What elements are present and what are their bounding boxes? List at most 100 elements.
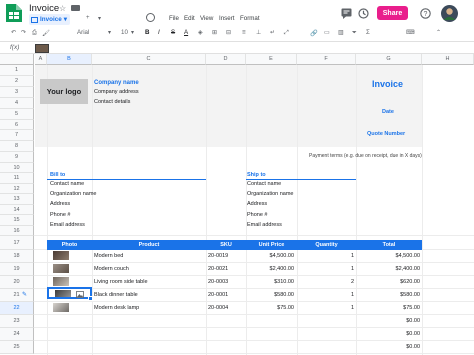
history-icon[interactable] — [358, 8, 369, 19]
link-icon[interactable]: 🔗 — [310, 29, 318, 37]
merge-cells-icon[interactable]: ⊟ — [226, 29, 231, 36]
column-header[interactable]: F — [297, 54, 356, 65]
product-photo[interactable] — [53, 303, 69, 312]
borders-icon[interactable]: ⊞ — [212, 29, 217, 36]
text-rotate-icon[interactable]: ⤢ — [284, 29, 289, 37]
unit-price-cell[interactable]: $580.00 — [246, 292, 294, 298]
info-icon[interactable] — [146, 13, 155, 22]
sku-cell[interactable]: 20-0021 — [208, 266, 244, 272]
spreadsheet-grid[interactable]: A B C D E F G H 1 2 3 4 5 6 7 8 9 10 11 12 13 14 15 16 1… — [0, 54, 474, 355]
font-selector[interactable]: Arial — [77, 29, 89, 36]
row-header[interactable]: 16 — [0, 226, 34, 236]
column-header[interactable]: G — [356, 54, 422, 65]
empty-total-cell[interactable]: $0.00 — [356, 344, 420, 350]
row-header[interactable]: 4 — [0, 98, 34, 109]
unit-price-cell[interactable]: $4,500.00 — [246, 253, 294, 259]
unit-price-cell[interactable]: $2,400.00 — [246, 266, 294, 272]
column-header[interactable]: C — [92, 54, 206, 65]
help-icon[interactable]: ? — [420, 8, 431, 19]
chevron-down-icon[interactable]: ▾ — [131, 29, 134, 36]
total-cell[interactable]: $2,400.00 — [356, 266, 420, 272]
document-title[interactable]: Invoice — [29, 3, 59, 14]
fill-color-icon[interactable]: ◈ — [198, 29, 203, 36]
row-header[interactable]: 1 — [0, 65, 34, 76]
row-header[interactable]: 17 — [0, 236, 34, 250]
filter-icon[interactable]: ⏷ — [352, 29, 357, 37]
row-header[interactable]: 7 — [0, 130, 34, 141]
product-name-cell[interactable]: Modern bed — [94, 253, 204, 259]
quantity-cell[interactable]: 1 — [297, 292, 354, 298]
sheets-logo-icon[interactable] — [6, 4, 22, 22]
font-size-selector[interactable]: 10 — [121, 29, 128, 36]
quantity-cell[interactable]: 2 — [297, 279, 354, 285]
selected-cell[interactable] — [47, 287, 92, 299]
comment-icon[interactable] — [341, 8, 352, 19]
row-header[interactable]: 22 — [0, 302, 34, 315]
total-cell[interactable]: $75.00 — [356, 305, 420, 311]
row-header[interactable]: 14 — [0, 205, 34, 215]
text-color-button[interactable]: A — [184, 29, 188, 36]
row-header[interactable]: 23 — [0, 315, 34, 328]
row-header[interactable]: 15 — [0, 215, 34, 226]
product-name-cell[interactable]: Modern couch — [94, 266, 204, 272]
functions-icon[interactable]: Σ — [366, 29, 370, 36]
add-icon[interactable]: + — [86, 15, 90, 21]
total-cell[interactable]: $580.00 — [356, 292, 420, 298]
product-photo[interactable] — [53, 264, 69, 273]
row-header[interactable]: 20 — [0, 276, 34, 289]
formula-bar[interactable]: f(x) — [0, 41, 474, 54]
chevron-down-icon[interactable]: ▾ — [98, 15, 101, 22]
chevron-down-icon[interactable]: ▾ — [108, 29, 111, 36]
column-header[interactable]: B — [47, 54, 92, 65]
redo-icon[interactable]: ↷ — [21, 29, 26, 36]
row-header[interactable]: 9 — [0, 152, 34, 163]
row-header[interactable]: 25 — [0, 341, 34, 354]
empty-total-cell[interactable]: $0.00 — [356, 318, 420, 324]
row-header[interactable]: 8 — [0, 141, 34, 152]
product-photo[interactable] — [53, 251, 69, 260]
row-header[interactable]: 5 — [0, 109, 34, 120]
edit-pencil-icon[interactable]: ✎ — [22, 291, 27, 298]
product-name-cell[interactable]: Living room side table — [94, 279, 204, 285]
row-header[interactable]: 6 — [0, 120, 34, 130]
row-header[interactable]: 13 — [0, 194, 34, 205]
sku-cell[interactable]: 20-0001 — [208, 292, 244, 298]
unit-price-cell[interactable]: $75.00 — [246, 305, 294, 311]
select-all-corner[interactable] — [0, 54, 34, 65]
total-cell[interactable]: $620.00 — [356, 279, 420, 285]
strikethrough-button[interactable]: S — [171, 29, 175, 36]
sheet-selector[interactable]: Invoice ▾ — [29, 14, 70, 25]
print-icon[interactable]: ⎙ — [32, 29, 37, 37]
star-icon[interactable]: ☆ — [59, 4, 66, 13]
product-name-cell[interactable]: Black dinner table — [94, 292, 204, 298]
unit-price-cell[interactable]: $310.00 — [246, 279, 294, 285]
folder-icon[interactable] — [71, 5, 80, 11]
paint-format-icon[interactable]: 🖌 — [42, 29, 50, 37]
row-header[interactable]: 18 — [0, 250, 34, 263]
column-header[interactable]: E — [246, 54, 297, 65]
quantity-cell[interactable]: 1 — [297, 305, 354, 311]
chevron-up-icon[interactable]: ⌃ — [436, 29, 441, 36]
input-tools-icon[interactable]: ⌨ — [406, 29, 415, 36]
share-button[interactable]: Share — [377, 6, 408, 20]
row-header[interactable]: 3 — [0, 87, 34, 98]
sku-cell[interactable]: 20-0003 — [208, 279, 244, 285]
vertical-align-icon[interactable]: ⊥ — [256, 29, 261, 36]
text-wrap-icon[interactable]: ↵ — [270, 29, 275, 36]
empty-total-cell[interactable]: $0.00 — [356, 331, 420, 337]
row-header[interactable]: 24 — [0, 328, 34, 341]
row-header[interactable]: 10 — [0, 163, 34, 173]
image-in-cell-icon[interactable] — [76, 291, 84, 298]
sku-cell[interactable]: 20-0019 — [208, 253, 244, 259]
row-header[interactable]: 21 — [0, 289, 34, 302]
menu-edit[interactable]: Edit — [184, 15, 195, 22]
undo-icon[interactable]: ↶ — [11, 29, 16, 36]
row-header[interactable]: 19 — [0, 263, 34, 276]
menu-insert[interactable]: Insert — [219, 15, 234, 22]
product-photo[interactable] — [53, 277, 69, 286]
sku-cell[interactable]: 20-0004 — [208, 305, 244, 311]
bold-button[interactable]: B — [145, 29, 149, 36]
quantity-cell[interactable]: 1 — [297, 266, 354, 272]
row-header[interactable]: 2 — [0, 76, 34, 87]
menu-view[interactable]: View — [200, 15, 213, 22]
